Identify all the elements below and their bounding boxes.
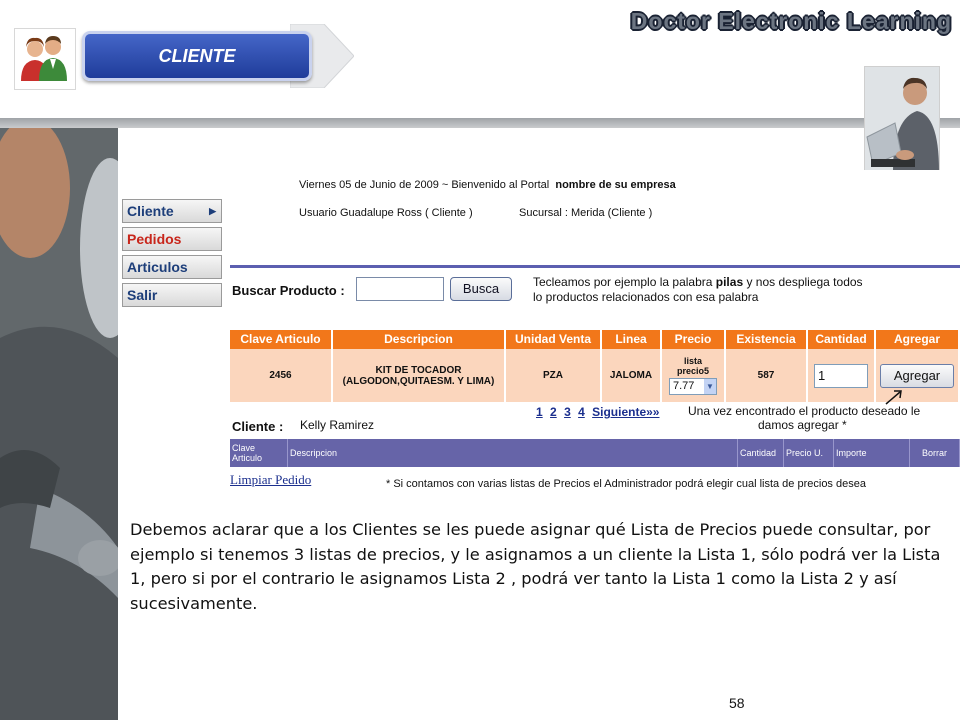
column-header: Clave Articulo [230,330,333,349]
user-info: Usuario Guadalupe Ross ( Cliente ) [299,207,473,219]
person-at-laptop-image [864,66,940,172]
column-header: Agregar [876,330,960,349]
company-name: nombre de su empresa [555,179,676,191]
page-number: 58 [729,695,745,711]
order-table-header: Clave Articulo Descripcion Cantidad Prec… [230,439,960,467]
description-line: (ALGODON,QUITAESM. Y LIMA) [342,375,495,387]
column-header: Borrar [910,439,960,467]
welcome-line: Viernes 05 de Junio de 2009 ~ Bienvenido… [299,179,676,191]
column-header: Existencia [726,330,808,349]
menu-item-pedidos[interactable]: Pedidos [122,227,222,251]
hint-text: y nos despliega todos [743,275,863,289]
side-menu: Cliente ▶ Pedidos Articulos Salir [122,199,222,311]
column-header: Descripcion [288,439,738,467]
cell-unidad: PZA [506,349,602,402]
product-table-header: Clave Articulo Descripcion Unidad Venta … [230,330,960,349]
menu-item-label: Salir [127,287,158,303]
page-link[interactable]: 3 [564,405,571,419]
menu-item-label: Articulos [127,259,188,275]
section-divider [230,265,960,268]
menu-item-cliente[interactable]: Cliente ▶ [122,199,222,223]
section-label-cliente: CLIENTE [82,31,312,81]
pagination: 1 2 3 4 Siguiente»» [536,405,663,419]
note-text: damos agregar * [758,418,847,432]
hint-keyword: pilas [715,275,744,289]
menu-item-label: Cliente [127,203,174,219]
page-link[interactable]: 1 [536,405,543,419]
page-link[interactable]: 2 [550,405,557,419]
app-screenshot: Viernes 05 de Junio de 2009 ~ Bienvenido… [118,170,960,500]
explanation-paragraph: Debemos aclarar que a los Clientes se le… [130,520,941,613]
menu-item-label: Pedidos [127,231,182,247]
cell-clave: 2456 [230,349,333,402]
column-header: Precio U. [784,439,834,467]
search-label: Buscar Producto : [232,283,345,298]
add-button[interactable]: Agregar [880,363,954,388]
header-divider [0,118,960,128]
cell-precio: lista precio5 7.77 ▼ [662,349,726,402]
price-list-label: precio5 [676,366,709,376]
client-name: Kelly Ramirez [300,418,375,432]
table-row: 2456 KIT DE TOCADOR (ALGODON,QUITAESM. Y… [230,349,960,402]
hint-text: lo productos relacionados con esa palabr… [533,290,759,304]
page-link[interactable]: 4 [578,405,585,419]
cell-cantidad: 1 [808,349,876,402]
price-list-label: lista [683,356,702,366]
client-label: Cliente : [232,419,284,434]
column-header: Unidad Venta [506,330,602,349]
chevron-down-icon: ▼ [704,379,716,394]
note-text: Una vez encontrado el producto deseado l… [688,404,921,418]
menu-item-salir[interactable]: Salir [122,283,222,307]
next-page-link[interactable]: Siguiente»» [592,405,659,419]
admin-note: * Si contamos con varias listas de Preci… [386,478,866,490]
branch-info: Sucursal : Merida (Cliente ) [519,207,653,219]
description-line: KIT DE TOCADOR [375,364,462,376]
search-hint: Tecleamos por ejemplo la palabra pilas y… [533,275,893,305]
cell-descripcion: KIT DE TOCADOR (ALGODON,QUITAESM. Y LIMA… [333,349,506,402]
column-header: Cantidad [808,330,876,349]
cell-existencia: 587 [726,349,808,402]
background-photo-man [0,128,118,720]
price-select[interactable]: 7.77 ▼ [669,378,717,395]
menu-item-articulos[interactable]: Articulos [122,255,222,279]
column-header: Precio [662,330,726,349]
column-header: Cantidad [738,439,784,467]
welcome-text: Viernes 05 de Junio de 2009 ~ Bienvenido… [299,179,550,191]
price-value: 7.77 [673,380,695,392]
found-note: Una vez encontrado el producto deseado l… [688,404,938,432]
hint-text: Tecleamos por ejemplo la palabra [533,275,716,289]
quantity-input[interactable]: 1 [814,363,868,388]
triangle-right-icon: ▶ [209,206,216,216]
cell-linea: JALOMA [602,349,662,402]
clear-order-link[interactable]: Limpiar Pedido [230,472,311,488]
search-input[interactable] [356,277,444,301]
brand-title: Doctor Electronic Learning [630,8,952,34]
column-header: Descripcion [333,330,506,349]
column-header: Linea [602,330,662,349]
search-button[interactable]: Busca [450,277,512,301]
clients-icon [14,28,76,90]
column-header: Importe [834,439,910,467]
column-header: Clave Articulo [230,439,288,467]
